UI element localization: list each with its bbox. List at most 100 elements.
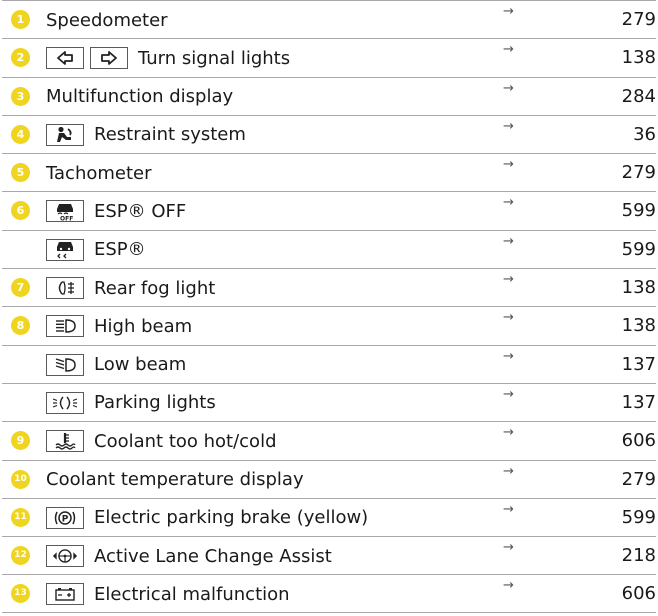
table-row: 6 OFF ESP® OFF → 599 xyxy=(2,191,656,229)
page-number: 284 xyxy=(621,85,656,107)
reference-arrow: → xyxy=(503,195,514,211)
page-number: 606 xyxy=(621,583,656,605)
table-row: 13 Electrical malfunction → 606 xyxy=(2,574,656,613)
row-label: Coolant temperature display xyxy=(46,469,304,491)
row-label-container: Multifunction display xyxy=(46,78,233,116)
page-number: 138 xyxy=(621,47,656,69)
row-label: Multifunction display xyxy=(46,86,234,108)
table-row: 9 Coolant too hot/cold → 606 xyxy=(2,421,656,459)
page-number: 599 xyxy=(621,200,656,222)
item-number-badge: 2 xyxy=(11,48,30,68)
low-beam-icon xyxy=(46,353,84,376)
indicator-table: 1 Speedometer → 279 2 Turn signal lights… xyxy=(2,0,656,613)
row-label-container: Active Lane Change Assist xyxy=(46,537,332,575)
reference-arrow: → xyxy=(503,578,514,594)
page-number: 606 xyxy=(621,430,656,452)
page-number: 138 xyxy=(621,315,656,337)
reference-arrow: → xyxy=(503,4,514,19)
coolant-temperature-icon xyxy=(46,430,84,453)
table-row: 1 Speedometer → 279 xyxy=(2,0,656,38)
row-label: Turn signal lights xyxy=(138,47,291,69)
reference-arrow: → xyxy=(503,157,514,173)
reference-arrow: → xyxy=(503,501,514,517)
row-label: Rear fog light xyxy=(94,277,216,299)
row-label: ESP® xyxy=(94,239,146,261)
reference-arrow: → xyxy=(503,386,514,402)
electrical-malfunction-icon xyxy=(46,583,84,606)
row-label-container: Tachometer xyxy=(46,154,152,192)
row-label-container: Speedometer xyxy=(46,1,168,39)
item-number-badge: 1 xyxy=(11,10,30,29)
row-label: Speedometer xyxy=(46,9,168,31)
page-number: 279 xyxy=(621,9,656,30)
row-label: Active Lane Change Assist xyxy=(94,545,332,567)
reference-arrow: → xyxy=(503,348,514,364)
page-number: 137 xyxy=(621,391,656,413)
svg-text:P: P xyxy=(62,514,69,524)
item-number-badge: 12 xyxy=(11,546,30,566)
row-label: Tachometer xyxy=(46,162,152,184)
reference-arrow: → xyxy=(503,425,514,441)
row-label-container: ESP® xyxy=(46,231,146,269)
row-label: High beam xyxy=(94,315,193,337)
page-number: 599 xyxy=(621,238,656,260)
row-label: Electric parking brake (yellow) xyxy=(94,507,369,529)
table-row: 7 Rear fog light → 138 xyxy=(2,268,656,306)
table-row: Parking lights → 137 xyxy=(2,382,656,422)
table-row: 4 Restraint system → 36 xyxy=(2,114,656,153)
row-label-container: Low beam xyxy=(46,346,186,384)
svg-text:OFF: OFF xyxy=(60,216,73,222)
table-row: 3 Multifunction display → 284 xyxy=(2,76,656,116)
row-label-container: Turn signal lights xyxy=(46,39,290,77)
rear-fog-light-icon xyxy=(46,277,84,300)
reference-arrow: → xyxy=(503,272,514,288)
esp-off-icon: OFF xyxy=(46,200,84,223)
item-number-badge: 10 xyxy=(11,469,30,489)
turn-signal-left-icon xyxy=(46,47,84,70)
reference-arrow: → xyxy=(503,80,514,96)
reference-arrow: → xyxy=(503,233,514,249)
reference-arrow: → xyxy=(503,310,514,326)
restraint-system-icon xyxy=(46,123,84,146)
reference-arrow: → xyxy=(503,42,514,58)
row-label: ESP® OFF xyxy=(94,200,187,222)
esp-icon xyxy=(46,238,84,261)
item-number-badge: 6 xyxy=(11,201,30,221)
row-label-container: Coolant temperature display xyxy=(46,461,304,499)
row-label-container: High beam xyxy=(46,307,192,345)
table-row: Low beam → 137 xyxy=(2,344,656,384)
table-row: 2 Turn signal lights → 138 xyxy=(2,38,656,76)
row-label: Electrical malfunction xyxy=(94,583,290,605)
row-label: Coolant too hot/cold xyxy=(94,430,277,452)
row-label: Parking lights xyxy=(94,392,216,414)
item-number-badge: 8 xyxy=(11,316,30,336)
table-row: ESP® → 599 xyxy=(2,229,656,269)
electric-parking-brake-icon: P xyxy=(46,506,84,529)
reference-arrow: → xyxy=(503,540,514,556)
page-number: 138 xyxy=(621,277,656,299)
row-label-container: Rear fog light xyxy=(46,269,215,307)
row-label: Restraint system xyxy=(94,124,246,146)
page-number: 218 xyxy=(621,545,656,567)
page-number: 36 xyxy=(633,123,656,145)
row-label-container: Electrical malfunction xyxy=(46,575,290,613)
item-number-badge: 3 xyxy=(11,86,30,106)
table-row: 11 P Electric parking brake (yellow) → 5… xyxy=(2,497,656,537)
item-number-badge: 5 xyxy=(11,163,30,183)
reference-arrow: → xyxy=(503,118,514,134)
page-number: 279 xyxy=(621,468,656,490)
high-beam-icon xyxy=(46,315,84,338)
parking-lights-icon xyxy=(46,391,84,414)
item-number-badge: 13 xyxy=(11,584,30,604)
active-lane-change-assist-icon xyxy=(46,545,84,568)
page-number: 137 xyxy=(621,353,656,375)
row-label-container: Parking lights xyxy=(46,384,216,422)
row-label-container: Coolant too hot/cold xyxy=(46,422,277,460)
item-number-badge: 9 xyxy=(11,431,30,451)
row-label: Low beam xyxy=(94,354,187,376)
turn-signal-right-icon xyxy=(90,47,128,70)
row-label-container: OFF ESP® OFF xyxy=(46,192,186,230)
row-label-container: P Electric parking brake (yellow) xyxy=(46,499,368,537)
reference-arrow: → xyxy=(503,463,514,479)
table-row: 10 Coolant temperature display → 279 xyxy=(2,459,656,499)
